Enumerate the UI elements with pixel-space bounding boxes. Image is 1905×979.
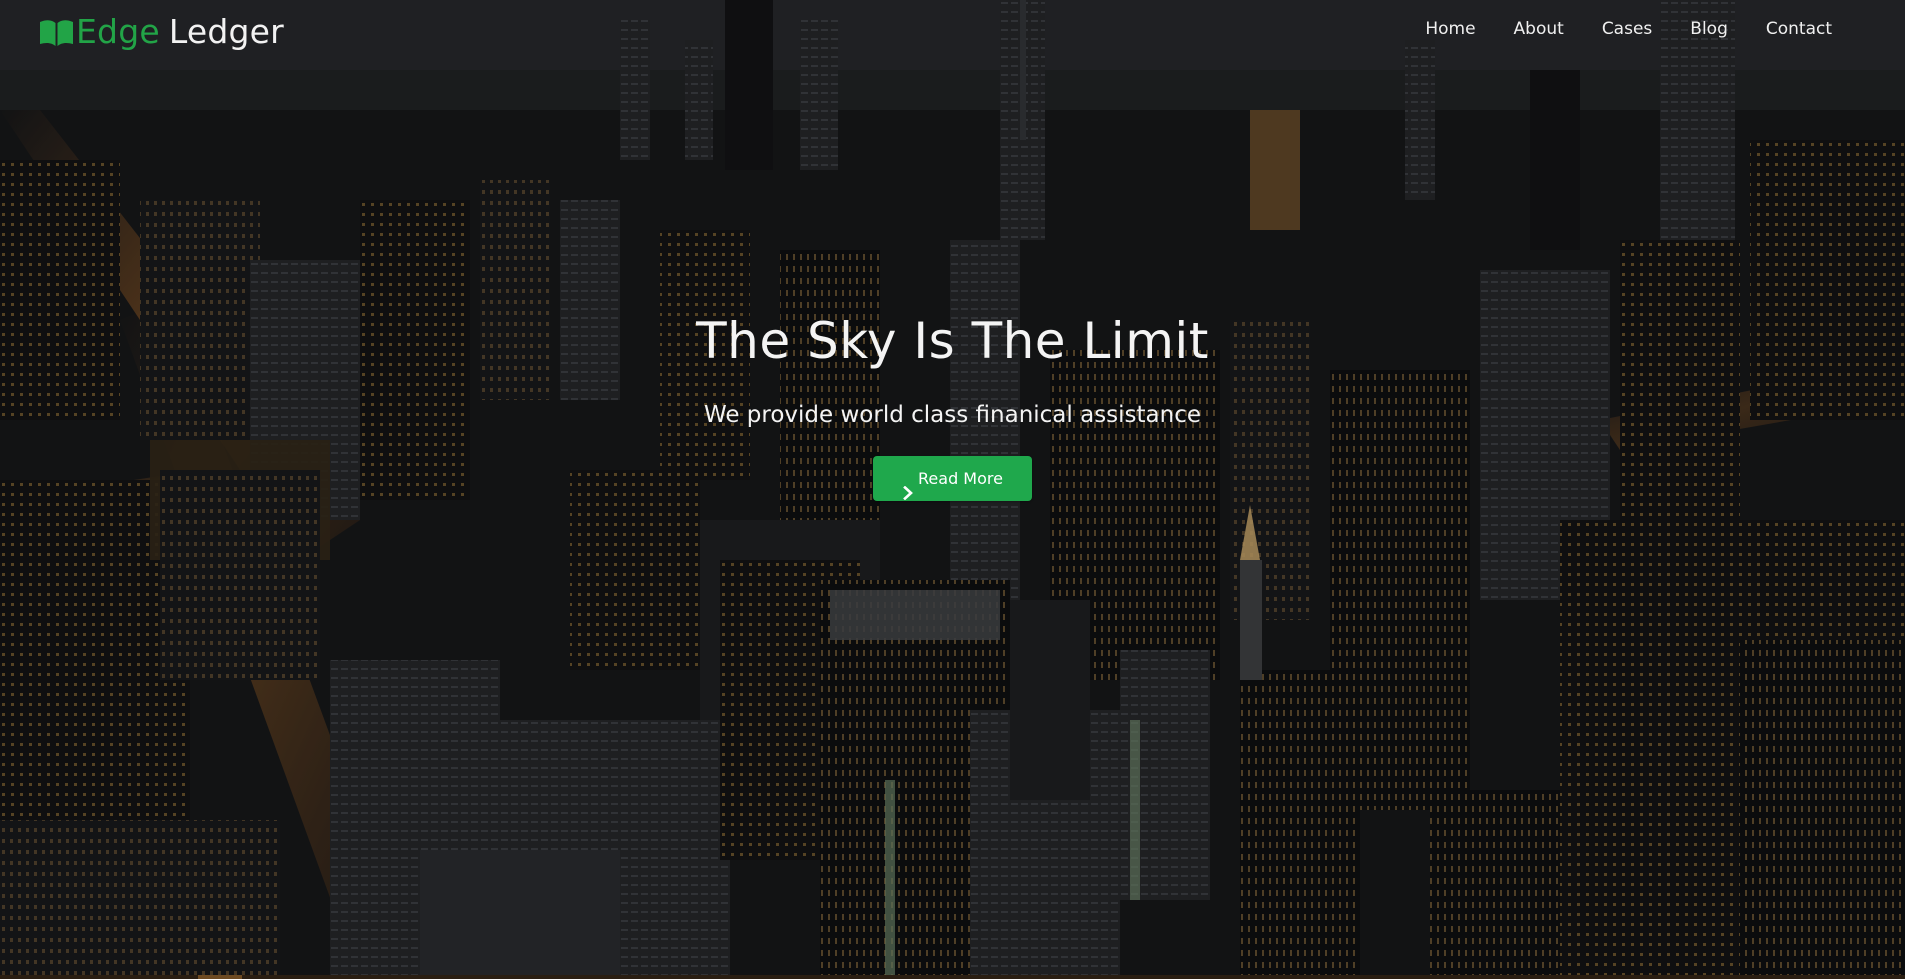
- nav-about[interactable]: About: [1495, 17, 1583, 41]
- brand-name-edge: Edge: [76, 12, 160, 51]
- top-navbar: Edge Ledger Home About Cases Blog Contac…: [0, 0, 1905, 62]
- nav-menu: Home About Cases Blog Contact: [1406, 17, 1851, 41]
- bottom-accent: [198, 975, 242, 979]
- read-more-button[interactable]: Read More: [873, 456, 1032, 501]
- read-more-label: Read More: [918, 469, 1003, 488]
- book-open-icon: [38, 17, 75, 47]
- nav-cases[interactable]: Cases: [1583, 17, 1671, 41]
- chevron-right-icon: [902, 472, 914, 500]
- brand-name-ledger: Ledger: [168, 12, 284, 51]
- brand-logo[interactable]: Edge Ledger: [38, 12, 284, 52]
- nav-blog[interactable]: Blog: [1671, 17, 1747, 41]
- nav-home[interactable]: Home: [1406, 17, 1494, 41]
- hero-content: The Sky Is The Limit We provide world cl…: [0, 306, 1905, 501]
- hero-subtitle: We provide world class finanical assista…: [703, 402, 1202, 428]
- bottom-edge: [0, 975, 1905, 979]
- hero-section: Edge Ledger Home About Cases Blog Contac…: [0, 0, 1905, 979]
- hero-title: The Sky Is The Limit: [696, 312, 1209, 370]
- nav-contact[interactable]: Contact: [1747, 17, 1851, 41]
